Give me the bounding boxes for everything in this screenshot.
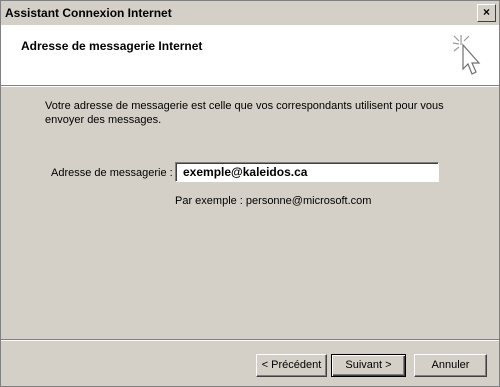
example-hint: Par exemple : personne@microsoft.com: [175, 195, 372, 207]
cancel-button[interactable]: Annuler: [414, 354, 487, 377]
previous-button[interactable]: < Précédent: [256, 354, 327, 377]
email-input[interactable]: exemple@kaleidos.ca: [175, 162, 439, 182]
email-label: Adresse de messagerie :: [51, 167, 173, 179]
wizard-window: Assistant Connexion Internet × Adresse d…: [0, 0, 500, 387]
next-button[interactable]: Suivant >: [331, 354, 406, 377]
wizard-sparkle-cursor-icon: [452, 35, 481, 75]
header-separator: [1, 85, 499, 87]
close-button[interactable]: ×: [477, 4, 496, 22]
title-bar[interactable]: Assistant Connexion Internet ×: [1, 1, 499, 25]
description-text: Votre adresse de messagerie est celle qu…: [45, 100, 444, 126]
footer-separator: [1, 339, 499, 341]
window-title: Assistant Connexion Internet: [5, 6, 172, 20]
wizard-header: Adresse de messagerie Internet: [1, 25, 499, 85]
page-title: Adresse de messagerie Internet: [21, 39, 203, 53]
